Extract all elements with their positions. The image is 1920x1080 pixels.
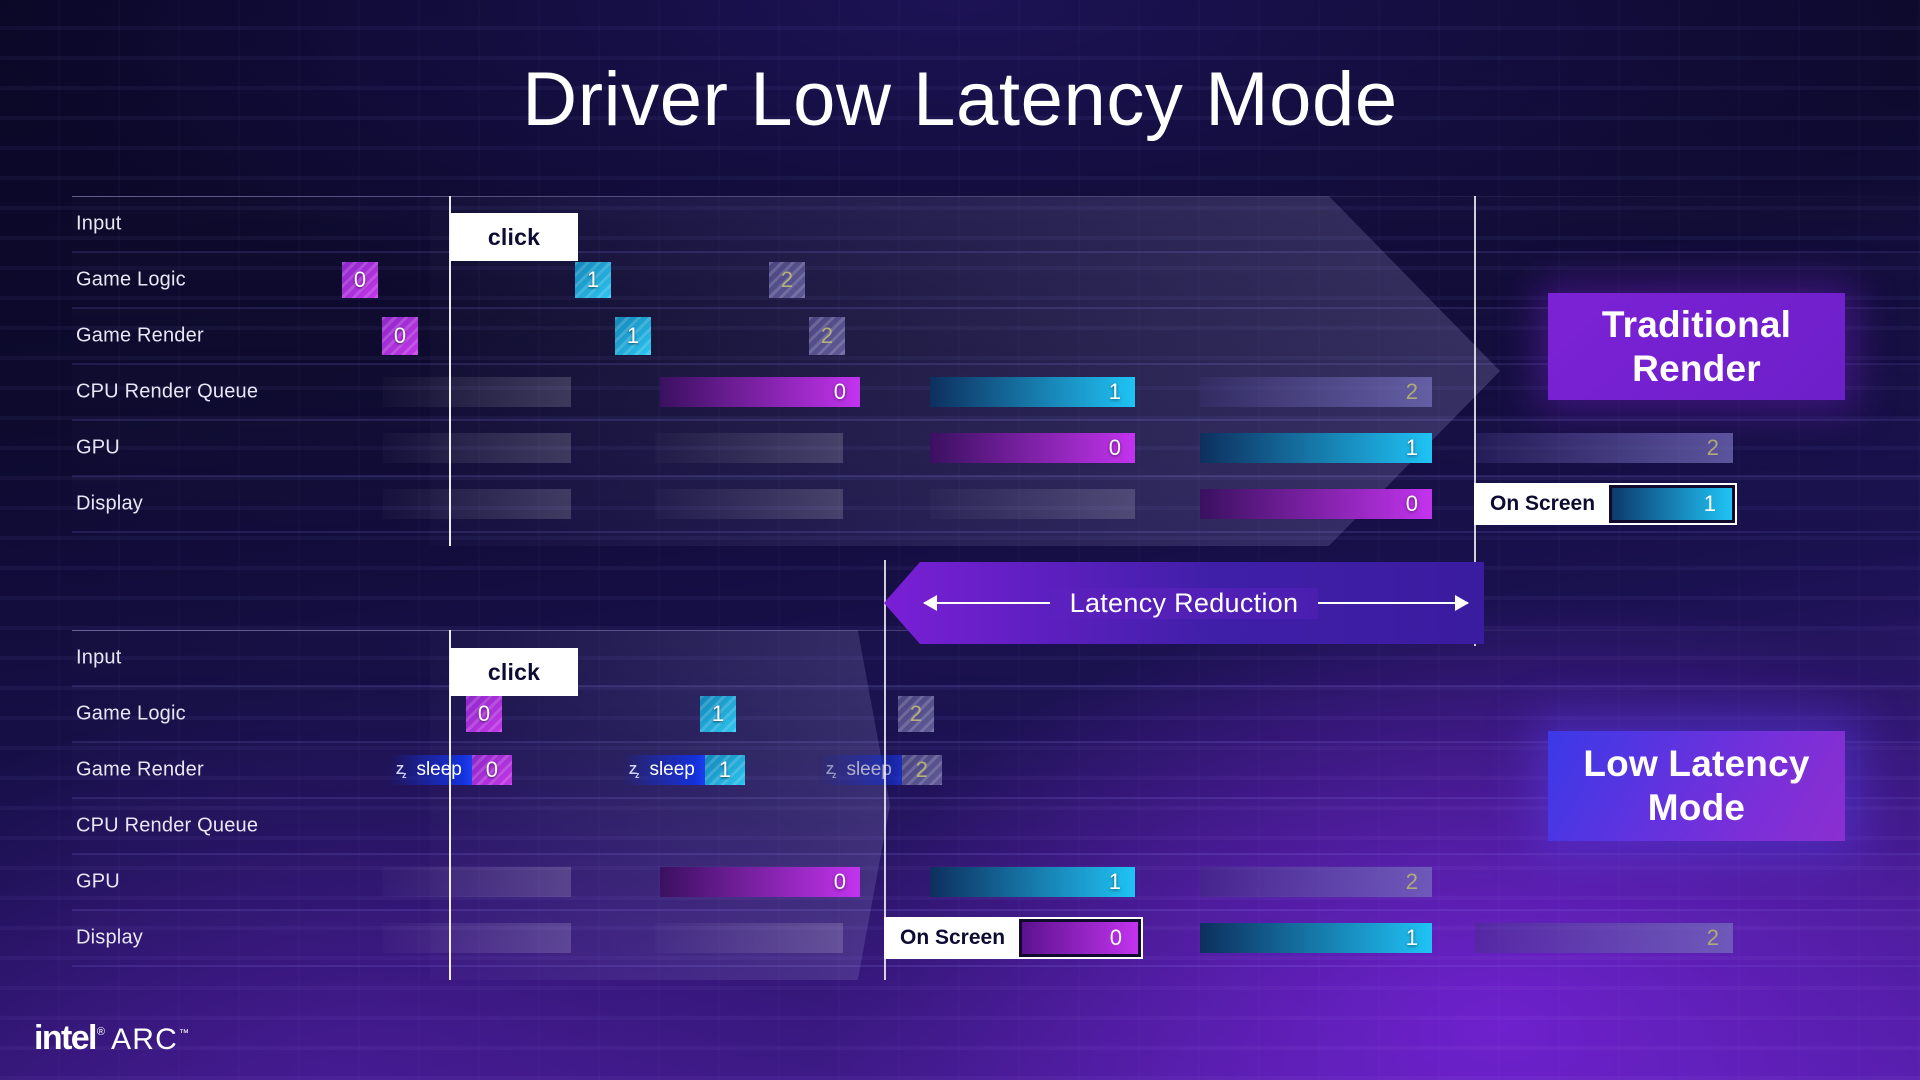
on-screen-bar-frame-1: 1	[1609, 485, 1736, 523]
on-screen-badge-lowlatency: On Screen 0	[884, 917, 1144, 959]
frame-block-1: 1	[704, 755, 745, 785]
intel-wordmark: intel	[34, 1019, 98, 1057]
bar-idle	[655, 923, 843, 953]
bar-frame-1: 1	[1200, 923, 1432, 953]
row-divider	[72, 965, 1920, 967]
bar-frame-1: 1	[930, 377, 1135, 407]
on-screen-label: On Screen	[1476, 485, 1610, 523]
bar-idle	[383, 377, 571, 407]
mode-label-line1: Traditional	[1601, 303, 1792, 345]
bar-frame-0: 0	[660, 377, 860, 407]
bar-idle	[930, 489, 1135, 519]
row-input-traditional: Input	[0, 196, 1920, 253]
bar-frame-0: 0	[660, 867, 860, 897]
row-display-lowlatency: Display On Screen 0 1 2	[0, 910, 1920, 967]
bar-idle	[655, 489, 843, 519]
sleep-zz-icon: Zz	[629, 761, 639, 780]
mode-label-line2: Render	[1632, 347, 1761, 389]
sleep-bar: Zz sleep	[818, 755, 902, 785]
row-label-gpu: GPU	[76, 870, 120, 893]
bar-frame-2: 2	[1475, 433, 1733, 463]
on-screen-bar-frame-0: 0	[1019, 919, 1142, 957]
frame-block-2: 2	[769, 262, 805, 298]
row-label-gpu: GPU	[76, 436, 120, 459]
row-label-display: Display	[76, 492, 143, 515]
row-divider	[72, 531, 1920, 533]
mode-label-line1: Low Latency	[1583, 743, 1810, 785]
sleep-indicator-1: Zz sleep 1	[621, 755, 745, 785]
bar-idle	[383, 867, 571, 897]
sleep-label: sleep	[649, 759, 695, 780]
row-label-input: Input	[76, 212, 122, 235]
bar-frame-2: 2	[1475, 923, 1733, 953]
frame-block-0: 0	[382, 317, 418, 355]
on-screen-label: On Screen	[886, 919, 1020, 957]
row-label-cpu-render-queue: CPU Render Queue	[76, 814, 259, 837]
row-display-traditional: Display 0 On Screen 1	[0, 476, 1920, 533]
sleep-zz-icon: Zz	[826, 761, 836, 780]
bar-frame-2: 2	[1200, 867, 1432, 897]
page-title: Driver Low Latency Mode	[522, 57, 1398, 142]
registered-mark: ®	[96, 1026, 106, 1038]
bar-frame-1: 1	[1200, 433, 1432, 463]
bar-frame-0: 0	[930, 433, 1135, 463]
frame-block-2: 2	[901, 755, 942, 785]
row-label-cpu-render-queue: CPU Render Queue	[76, 380, 259, 403]
row-track	[72, 196, 1920, 252]
row-label-display: Display	[76, 926, 143, 949]
latency-reduction-band: Latency Reduction	[884, 562, 1484, 644]
arc-wordmark: ARC	[111, 1023, 178, 1056]
sleep-zz-icon: Zz	[396, 761, 406, 780]
frame-block-0: 0	[466, 696, 502, 732]
row-label-input: Input	[76, 646, 122, 669]
row-gpu-traditional: GPU 0 1 2	[0, 420, 1920, 477]
mode-label-line2: Mode	[1647, 787, 1746, 828]
bar-frame-2: 2	[1200, 377, 1432, 407]
bar-idle	[383, 433, 571, 463]
frame-block-0: 0	[342, 262, 378, 298]
intel-arc-logo: intel ® ARC ™	[34, 1019, 189, 1058]
mode-label-low-latency-mode: Low Latency Mode	[1548, 731, 1845, 841]
row-gpu-lowlatency: GPU 0 1 2	[0, 854, 1920, 911]
onscreen-marker-line-lowlatency	[884, 560, 886, 980]
frame-block-2: 2	[898, 696, 934, 732]
bar-frame-0: 0	[1200, 489, 1432, 519]
frame-block-1: 1	[615, 317, 651, 355]
row-label-game-logic: Game Logic	[76, 268, 186, 291]
row-label-game-logic: Game Logic	[76, 702, 186, 725]
click-tab-traditional[interactable]: click	[450, 213, 578, 261]
trademark-mark: ™	[178, 1028, 189, 1039]
sleep-indicator-2: Zz sleep 2	[818, 755, 942, 785]
frame-block-1: 1	[700, 696, 736, 732]
bar-idle	[655, 433, 843, 463]
frame-block-0: 0	[471, 755, 512, 785]
frame-block-1: 1	[575, 262, 611, 298]
bar-idle	[383, 489, 571, 519]
latency-reduction-label: Latency Reduction	[1049, 587, 1319, 619]
bar-idle	[383, 923, 571, 953]
sleep-bar: Zz sleep	[621, 755, 705, 785]
row-label-game-render: Game Render	[76, 324, 204, 347]
sleep-label: sleep	[416, 759, 462, 780]
mode-label-traditional-render: Traditional Render	[1548, 293, 1845, 400]
row-label-game-render: Game Render	[76, 758, 204, 781]
sleep-bar: Zz sleep	[388, 755, 472, 785]
click-tab-lowlatency[interactable]: click	[450, 648, 578, 696]
bar-frame-1: 1	[930, 867, 1135, 897]
frame-block-2: 2	[809, 317, 845, 355]
on-screen-badge-traditional: On Screen 1	[1474, 483, 1738, 525]
